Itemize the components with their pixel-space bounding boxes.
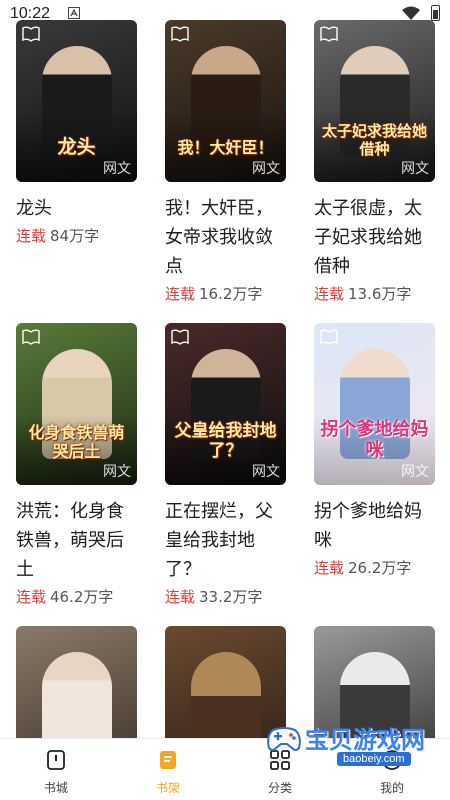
book-card[interactable]: 父皇给我封地了？ 网文 正在摆烂，父皇给我封地了？ 连载 33.2万字 [165,323,286,607]
cover-watermark: 网文 [401,464,429,480]
cover-title: 龙头 [57,136,96,158]
bookstore-icon [47,750,65,770]
tab-bookstore[interactable]: 书城 [0,739,112,800]
cover-title: 太子妃求我给她借种 [321,122,427,158]
bookmark-icon [171,26,189,42]
book-meta: 连载 46.2万字 [16,587,137,607]
serial-status: 连载 [16,227,47,245]
cover-title: 化身食铁兽萌哭后土 [28,423,125,461]
bookmark-icon [171,329,189,345]
book-card[interactable]: 拐个爹地给妈咪 网文 拐个爹地给妈咪 连载 26.2万字 [314,323,435,578]
cover-figure [41,652,112,738]
bookmark-icon [320,26,338,42]
watermark-text: 宝贝游戏网 [305,726,425,754]
word-count: 16.2万字 [199,285,263,303]
cover-watermark: 网文 [252,464,280,480]
book-card[interactable] [16,626,137,738]
book-cover[interactable]: 化身食铁兽萌哭后土 网文 [16,323,137,485]
serial-status: 连载 [16,588,47,606]
serial-status: 连载 [165,285,196,303]
book-title[interactable]: 太子很虚，太子妃求我给她借种 [314,194,435,281]
bookmark-icon [22,26,40,42]
book-title[interactable]: 正在摆烂，父皇给我封地了？ [165,497,286,584]
tab-label: 书架 [155,781,180,795]
tab-label: 书城 [43,781,68,795]
book-card[interactable]: 我！大奸臣！ 网文 我！大奸臣，女帝求我收敛点 连载 16.2万字 [165,20,286,304]
book-card[interactable]: 化身食铁兽萌哭后土 网文 洪荒：化身食铁兽，萌哭后土 连载 46.2万字 [16,323,137,607]
cover-watermark: 网文 [252,161,280,177]
bookmark-icon [22,329,40,345]
word-count: 13.6万字 [348,285,412,303]
cover-watermark: 网文 [103,161,131,177]
book-title[interactable]: 龙头 [16,194,137,223]
cover-title: 我！大奸臣！ [177,138,274,157]
book-cover[interactable]: 父皇给我封地了？ 网文 [165,323,286,485]
word-count: 84万字 [50,227,100,245]
book-meta: 连载 26.2万字 [314,558,435,578]
book-title[interactable]: 洪荒：化身食铁兽，萌哭后土 [16,497,137,584]
cover-title: 父皇给我封地了？ [174,421,277,461]
bookshelf-grid: 龙头 网文 龙头 连载 84万字 我！大奸臣！ 网文 我！大奸臣，女帝求我收敛点 … [0,0,450,738]
bookshelf-icon [160,751,176,769]
tab-label: 我的 [379,781,404,795]
gamepad-icon [267,727,301,751]
book-meta: 连载 33.2万字 [165,587,286,607]
book-card[interactable]: 龙头 网文 龙头 连载 84万字 [16,20,137,246]
book-cover[interactable]: 太子妃求我给她借种 网文 [314,20,435,182]
cover-figure [190,652,261,738]
tab-label: 分类 [267,781,292,795]
book-cover[interactable] [16,626,137,738]
book-meta: 连载 16.2万字 [165,284,286,304]
book-title[interactable]: 我！大奸臣，女帝求我收敛点 [165,194,286,281]
book-meta: 连载 84万字 [16,226,137,246]
bookmark-icon [320,329,338,345]
word-count: 46.2万字 [50,588,114,606]
cover-watermark: 网文 [103,464,131,480]
book-meta: 连载 13.6万字 [314,284,435,304]
serial-status: 连载 [314,559,345,577]
book-cover[interactable]: 我！大奸臣！ 网文 [165,20,286,182]
book-cover[interactable]: 拐个爹地给妈咪 网文 [314,323,435,485]
serial-status: 连载 [314,285,345,303]
serial-status: 连载 [165,588,196,606]
watermark-url: baobeiy.com [337,752,411,766]
word-count: 26.2万字 [348,559,412,577]
book-title[interactable]: 拐个爹地给妈咪 [314,497,435,555]
book-card[interactable]: 太子妃求我给她借种 网文 太子很虚，太子妃求我给她借种 连载 13.6万字 [314,20,435,304]
word-count: 33.2万字 [199,588,263,606]
tab-bookshelf[interactable]: 书架 [112,739,224,800]
cover-watermark: 网文 [401,161,429,177]
book-cover[interactable]: 龙头 网文 [16,20,137,182]
cover-title: 拐个爹地给妈咪 [320,419,429,461]
site-watermark: 宝贝游戏网 baobeiy.com [257,718,432,778]
